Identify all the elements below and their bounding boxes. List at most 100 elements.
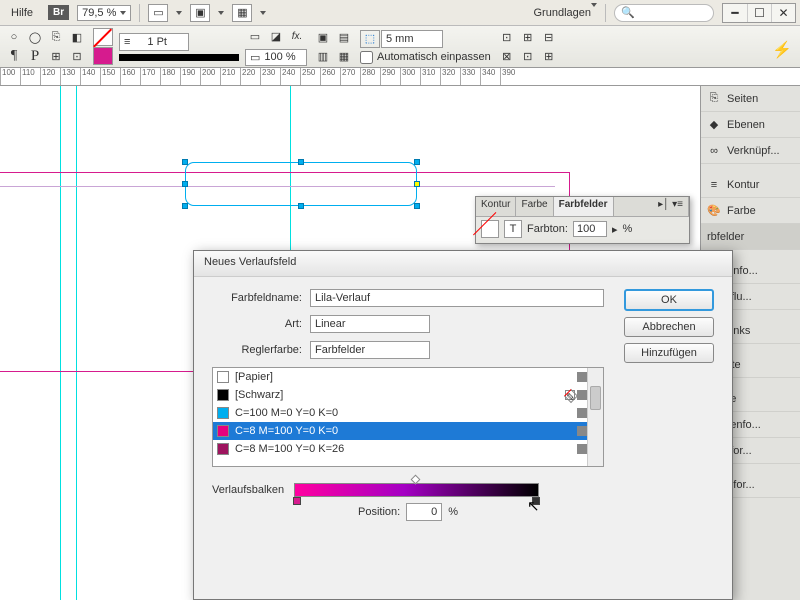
wrap-jump-icon[interactable]: ▦: [334, 47, 354, 65]
character-format-icon[interactable]: P: [25, 47, 45, 65]
resize-handle[interactable]: [182, 181, 188, 187]
swatch-name-input[interactable]: [310, 289, 604, 307]
swatch-item[interactable]: C=8 M=100 Y=0 K=0: [213, 422, 603, 440]
farbton-input[interactable]: [573, 221, 607, 237]
search-icon: 🔍: [621, 6, 635, 19]
fit-prop-icon[interactable]: ⊡: [518, 47, 538, 65]
circle-tool-icon[interactable]: ○: [4, 28, 24, 46]
workspace-dropdown[interactable]: Grundlagen: [534, 7, 598, 19]
swatches-panel: Kontur Farbe Farbfelder ▸│ ▾≡ T Farbton:…: [475, 196, 690, 244]
link-tool-icon[interactable]: ⎘: [46, 28, 66, 46]
top-menu-bar: Hilfe Br 79,5 % ▭ ▣ ▦ Grundlagen 🔍 ━ ☐ ✕: [0, 0, 800, 26]
minimize-button[interactable]: ━: [723, 4, 747, 22]
new-gradient-swatch-dialog: Neues Verlaufsfeld Farbfeldname: Art: Lin…: [193, 250, 733, 600]
panel-kontur[interactable]: ≡Kontur: [701, 172, 800, 198]
resize-handle[interactable]: [414, 159, 420, 165]
selected-frame[interactable]: [185, 162, 417, 206]
tab-farbe[interactable]: Farbe: [516, 197, 553, 216]
bridge-button[interactable]: Br: [48, 5, 69, 20]
format-text-icon[interactable]: T: [504, 220, 522, 238]
swatch-name-label: Farbfeldname:: [212, 292, 302, 304]
drop-shadow-icon[interactable]: ◪: [266, 28, 286, 46]
arrange-docs-icon[interactable]: ▦: [232, 4, 252, 22]
quick-apply-icon[interactable]: ⚡: [772, 40, 792, 60]
farbton-arrow-icon[interactable]: ▸: [612, 223, 618, 236]
swatch-item[interactable]: C=8 M=100 Y=0 K=26: [213, 440, 603, 458]
resize-handle[interactable]: [298, 203, 304, 209]
swatch-list[interactable]: [Papier][Schwarz]✎C=100 M=0 Y=0 K=0C=8 M…: [212, 367, 604, 467]
panel-ebenen[interactable]: ◆Ebenen: [701, 112, 800, 138]
gradient-stop-left[interactable]: [293, 497, 301, 505]
effects-icon[interactable]: ▭: [245, 28, 265, 46]
panel-verknuepf[interactable]: ∞Verknüpf...: [701, 138, 800, 164]
autofit-checkbox[interactable]: [360, 51, 373, 64]
links-icon: ∞: [707, 144, 721, 158]
resize-handle[interactable]: [182, 203, 188, 209]
gradient-stop-right[interactable]: [532, 497, 540, 505]
gradient-ramp-label: Verlaufsbalken: [212, 484, 284, 496]
wrap-shape-icon[interactable]: ▥: [313, 47, 333, 65]
resize-handle[interactable]: [414, 203, 420, 209]
position-input[interactable]: [406, 503, 442, 521]
fit-opts-icon[interactable]: ⊞: [539, 47, 559, 65]
stop-color-dropdown[interactable]: Farbfelder: [310, 341, 430, 359]
stop-color-label: Reglerfarbe:: [212, 344, 302, 356]
gradient-ramp[interactable]: [294, 483, 539, 497]
position-unit: %: [448, 506, 458, 518]
fit-frame-icon[interactable]: ⊞: [518, 28, 538, 46]
resize-handle[interactable]: [298, 159, 304, 165]
midpoint-stop[interactable]: [410, 475, 420, 485]
scrollbar[interactable]: [587, 368, 603, 466]
farbton-label: Farbton:: [527, 223, 568, 235]
corner-tool-icon[interactable]: ◧: [67, 28, 87, 46]
view-options-icon[interactable]: ▭: [148, 4, 168, 22]
opacity-field[interactable]: ▭100 %: [245, 49, 307, 66]
wrap-bbox-icon[interactable]: ▤: [334, 28, 354, 46]
position-label: Position:: [358, 506, 400, 518]
paragraph-icon[interactable]: ¶: [4, 47, 24, 65]
story-tool-icon[interactable]: ⊞: [46, 47, 66, 65]
panel-menu-icon[interactable]: ▸│ ▾≡: [614, 197, 690, 216]
type-label: Art:: [212, 318, 302, 330]
add-button[interactable]: Hinzufügen: [624, 343, 714, 363]
resize-handle[interactable]: [182, 159, 188, 165]
stroke-weight-field[interactable]: ≡1 Pt: [119, 33, 189, 51]
stroke-icon: ≡: [707, 178, 721, 192]
close-button[interactable]: ✕: [771, 4, 795, 22]
search-field[interactable]: 🔍: [614, 4, 714, 22]
hilfe-menu[interactable]: Hilfe: [4, 4, 40, 22]
stroke-style-dropdown[interactable]: [119, 54, 239, 61]
swatch-item[interactable]: [Schwarz]✎: [213, 386, 603, 404]
swatch-item[interactable]: [Papier]: [213, 368, 603, 386]
swatch-item[interactable]: C=100 M=0 Y=0 K=0: [213, 404, 603, 422]
stroke-color-swatch[interactable]: [93, 47, 113, 65]
center-content-icon[interactable]: ⊟: [539, 28, 559, 46]
panel-farbe[interactable]: 🎨Farbe: [701, 198, 800, 224]
gap-field[interactable]: 5 mm: [381, 30, 443, 48]
fit-content-icon[interactable]: ⊡: [497, 28, 517, 46]
dialog-title: Neues Verlaufsfeld: [194, 251, 732, 277]
panel-seiten[interactable]: ⎘Seiten: [701, 86, 800, 112]
maximize-button[interactable]: ☐: [747, 4, 771, 22]
frame-fit-icon[interactable]: ⬚: [360, 30, 380, 48]
fill-frame-icon[interactable]: ⊠: [497, 47, 517, 65]
scrollbar-thumb[interactable]: [590, 386, 601, 410]
tab-farbfelder[interactable]: Farbfelder: [554, 197, 614, 216]
ok-button[interactable]: OK: [624, 289, 714, 311]
panel-farbfelder[interactable]: rbfelder: [701, 224, 800, 250]
zoom-level-dropdown[interactable]: 79,5 %: [77, 5, 131, 21]
layers-icon: ◆: [707, 118, 721, 132]
fill-stroke-proxy[interactable]: [481, 220, 499, 238]
fill-none-swatch[interactable]: [93, 28, 113, 46]
window-controls: ━ ☐ ✕: [722, 3, 796, 23]
autofit-label: Automatisch einpassen: [377, 51, 491, 63]
resize-handle[interactable]: [414, 181, 420, 187]
oval-tool-icon[interactable]: ◯: [25, 28, 45, 46]
wrap-none-icon[interactable]: ▣: [313, 28, 333, 46]
grid-tool-icon[interactable]: ⊡: [67, 47, 87, 65]
screen-mode-icon[interactable]: ▣: [190, 4, 210, 22]
color-icon: 🎨: [707, 204, 721, 218]
fx-icon[interactable]: fx.: [287, 28, 307, 46]
cancel-button[interactable]: Abbrechen: [624, 317, 714, 337]
type-dropdown[interactable]: Linear: [310, 315, 430, 333]
